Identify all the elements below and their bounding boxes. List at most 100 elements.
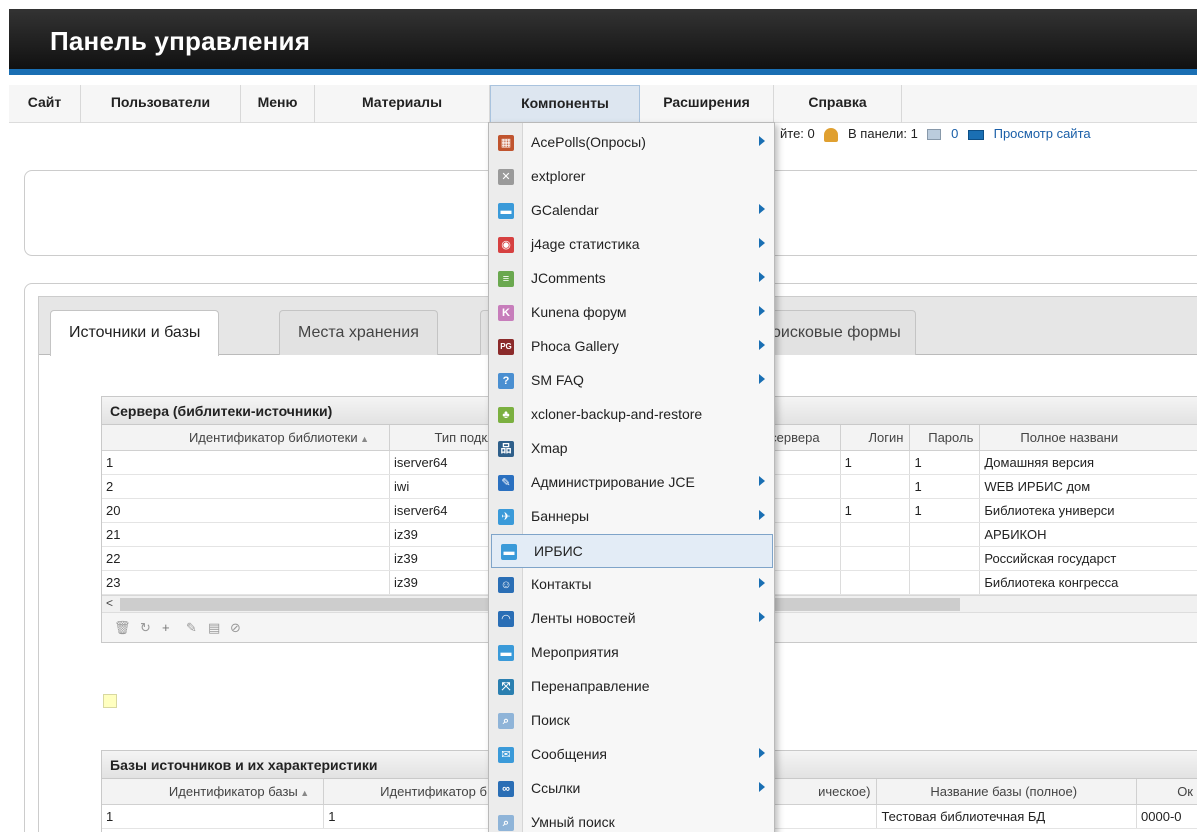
add-icon[interactable]: + xyxy=(162,620,170,635)
column-header[interactable]: Идентификатор библиотеки ▲ xyxy=(102,425,391,451)
faq-icon: ? xyxy=(498,373,514,389)
column-header[interactable]: Идентификатор б xyxy=(323,779,494,805)
column-header[interactable]: Полное названи xyxy=(979,425,1197,451)
close-x-icon: ✕ xyxy=(498,169,514,185)
table-cell: 2 xyxy=(102,474,391,499)
banner-icon: ✈ xyxy=(498,509,514,525)
components-menu-item[interactable]: ▬ ИРБИС xyxy=(491,534,773,568)
column-header[interactable]: Название базы (полное) xyxy=(876,779,1138,805)
table-cell: Библиотека конгресса xyxy=(979,570,1197,595)
components-menu-item-label: Xmap xyxy=(531,440,568,456)
components-menu-item[interactable]: ◉ j4age статистика xyxy=(489,228,774,262)
components-menu-item-label: Перенаправление xyxy=(531,678,650,694)
components-menu-item[interactable]: PG Phoca Gallery xyxy=(489,330,774,364)
components-menu-item[interactable]: ☺ Контакты xyxy=(489,568,774,602)
status-bar: йте: 0 В панели: 1 0 Просмотр сайта xyxy=(780,126,1097,142)
refresh-icon[interactable]: ↻ xyxy=(140,620,151,636)
menu-4[interactable]: Компоненты xyxy=(490,85,640,123)
lifebuoy-icon: ◉ xyxy=(498,237,514,253)
delete-icon[interactable]: 🗑 xyxy=(114,620,131,636)
table-cell: iwi xyxy=(389,474,502,499)
components-menu-item[interactable]: ▬ GCalendar xyxy=(489,194,774,228)
components-menu-item-label: JComments xyxy=(531,270,606,286)
table-cell: 20 xyxy=(102,498,391,523)
column-header[interactable]: Идентификатор базы ▲ xyxy=(102,779,325,805)
messages-count[interactable]: 0 xyxy=(951,126,958,141)
components-menu-item[interactable]: ⌕ Умный поиск xyxy=(489,806,774,832)
column-header[interactable]: Пароль xyxy=(909,425,981,451)
column-header-label: Идентификатор б xyxy=(380,783,487,799)
menu-1[interactable]: Пользователи xyxy=(81,85,241,123)
cancel-icon[interactable]: ⊘ xyxy=(230,620,241,636)
components-menu-item-label: GCalendar xyxy=(531,202,599,218)
table-cell: Библиотека универси xyxy=(979,498,1197,523)
components-menu-item-label: AcePolls(Опросы) xyxy=(531,134,646,150)
components-menu-item[interactable]: 品 Xmap xyxy=(489,432,774,466)
search-icon: ⌕ xyxy=(498,815,514,831)
column-header[interactable]: Тип подкл xyxy=(389,425,502,451)
components-menu-item[interactable]: ✉ Сообщения xyxy=(489,738,774,772)
components-menu-item-label: Умный поиск xyxy=(531,814,615,830)
submenu-arrow-icon xyxy=(759,204,765,214)
user-icon xyxy=(824,127,839,142)
menu-0[interactable]: Сайт xyxy=(9,85,81,123)
components-menu-item[interactable]: ✈ Баннеры xyxy=(489,500,774,534)
components-menu-item[interactable]: ⤧ Перенаправление xyxy=(489,670,774,704)
gallery-icon: PG xyxy=(498,339,514,355)
tab-search-forms[interactable]: оисковые формы xyxy=(760,310,916,355)
users-on-site: йте: 0 xyxy=(780,126,815,141)
editor-icon: ✎ xyxy=(498,475,514,491)
components-menu-item-label: ИРБИС xyxy=(534,543,583,559)
table-cell xyxy=(840,546,911,571)
main-menu-bar: Сайт Пользователи Меню Материалы Компоненты Р… xyxy=(9,85,1197,123)
components-menu-item[interactable]: ∞ Ссылки xyxy=(489,772,774,806)
menu-5[interactable]: Расширения xyxy=(640,85,774,123)
components-dropdown: ▦ AcePolls(Опросы) ✕ extplorer ▬ GCalendar ◉ j4… xyxy=(488,122,775,832)
table-cell: Тестовая библиотечная БД xyxy=(876,804,1138,829)
submenu-arrow-icon xyxy=(759,136,765,146)
redirect-icon: ⤧ xyxy=(498,679,514,695)
sort-icon[interactable]: ▲ xyxy=(358,434,369,444)
rss-icon: ◠ xyxy=(498,611,514,627)
links-icon: ∞ xyxy=(498,781,514,797)
menu-2[interactable]: Меню xyxy=(241,85,315,123)
components-menu-item[interactable]: ♣ xcloner-backup-and-restore xyxy=(489,398,774,432)
forum-icon: K xyxy=(498,305,514,321)
table-cell: 1 xyxy=(102,804,325,829)
submenu-arrow-icon xyxy=(759,306,765,316)
components-menu-item-label: Контакты xyxy=(531,576,592,592)
submenu-arrow-icon xyxy=(759,782,765,792)
components-menu-item[interactable]: ⌕ Поиск xyxy=(489,704,774,738)
submenu-arrow-icon xyxy=(759,748,765,758)
table-cell: 23 xyxy=(102,570,391,595)
column-header[interactable]: Логин xyxy=(840,425,911,451)
menu-3[interactable]: Материалы xyxy=(315,85,490,123)
scroll-left-arrow[interactable]: < xyxy=(106,596,113,610)
components-menu-item[interactable]: ✎ Администрирование JCE xyxy=(489,466,774,500)
components-menu-item-label: j4age статистика xyxy=(531,236,640,252)
components-menu-item-label: Баннеры xyxy=(531,508,590,524)
table-cell: 1 xyxy=(840,498,911,523)
components-menu-item[interactable]: ≡ JComments xyxy=(489,262,774,296)
mail-icon[interactable] xyxy=(927,129,942,141)
tab-storage[interactable]: Места хранения xyxy=(279,310,438,355)
column-header[interactable]: Ок xyxy=(1136,779,1197,805)
table-cell: 1 xyxy=(840,450,911,475)
components-menu-item[interactable]: ▦ AcePolls(Опросы) xyxy=(489,126,774,160)
save-icon[interactable]: ▤ xyxy=(208,620,220,636)
components-menu-item[interactable]: ◠ Ленты новостей xyxy=(489,602,774,636)
components-menu-item-label: Ленты новостей xyxy=(531,610,636,626)
edit-icon[interactable]: ✎ xyxy=(186,620,197,636)
tab-sources[interactable]: Источники и базы xyxy=(50,310,220,356)
sort-icon[interactable]: ▲ xyxy=(298,788,309,798)
components-menu-item[interactable]: ✕ extplorer xyxy=(489,160,774,194)
view-site-link[interactable]: Просмотр сайта xyxy=(994,126,1091,141)
components-menu-item[interactable]: ? SM FAQ xyxy=(489,364,774,398)
menu-6[interactable]: Справка xyxy=(774,85,902,123)
table-cell xyxy=(840,570,911,595)
table-cell: 1 xyxy=(909,474,981,499)
components-menu-item[interactable]: ▬ Мероприятия xyxy=(489,636,774,670)
table-cell xyxy=(909,570,981,595)
components-menu-item[interactable]: K Kunena форум xyxy=(489,296,774,330)
column-header-label: Логин xyxy=(868,429,904,445)
